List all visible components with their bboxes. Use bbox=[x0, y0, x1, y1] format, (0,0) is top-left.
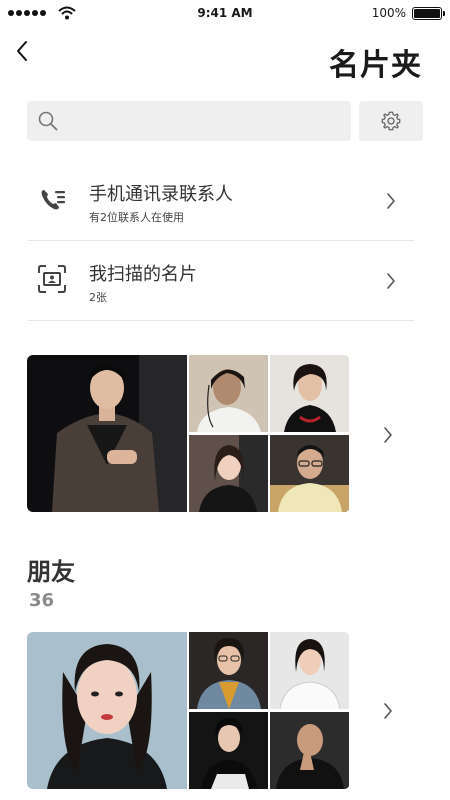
card-group-collage[interactable] bbox=[27, 632, 350, 789]
list-item-subtitle: 2张 bbox=[89, 291, 107, 304]
chevron-right-icon[interactable] bbox=[383, 702, 393, 720]
card-group-collage[interactable] bbox=[27, 355, 350, 512]
contact-photo bbox=[189, 632, 268, 709]
search-icon bbox=[38, 111, 58, 131]
page-title: 名片夹 bbox=[329, 48, 422, 83]
group-count: 36 bbox=[29, 590, 55, 611]
contact-photo bbox=[27, 632, 187, 789]
contact-photo bbox=[270, 712, 349, 789]
phone-book-icon bbox=[41, 190, 65, 210]
settings-button[interactable] bbox=[359, 101, 423, 141]
contact-photo bbox=[270, 632, 349, 709]
gear-icon bbox=[381, 111, 401, 131]
contact-photo bbox=[189, 435, 268, 512]
contact-photo bbox=[270, 435, 349, 512]
list-item-title: 手机通讯录联系人 bbox=[89, 184, 233, 205]
list-item-scanned-cards[interactable]: 我扫描的名片 2张 bbox=[28, 241, 414, 321]
chevron-right-icon bbox=[387, 193, 395, 209]
chevron-right-icon[interactable] bbox=[383, 426, 393, 444]
scan-card-icon bbox=[38, 265, 66, 293]
back-arrow-icon[interactable] bbox=[12, 38, 36, 64]
group-title: 朋友 bbox=[27, 558, 75, 586]
battery-icon bbox=[412, 7, 445, 20]
list-item-phone-contacts[interactable]: 手机通讯录联系人 有2位联系人在使用 bbox=[28, 161, 414, 241]
contact-photo bbox=[27, 355, 187, 512]
contact-photo bbox=[189, 355, 268, 432]
contact-photo bbox=[189, 712, 268, 789]
search-bar[interactable] bbox=[27, 101, 351, 141]
status-bar: 9:41 AM 100% bbox=[0, 0, 450, 28]
battery-percentage: 100% bbox=[371, 6, 406, 20]
search-input[interactable] bbox=[67, 101, 337, 141]
chevron-right-icon bbox=[387, 273, 395, 289]
list-item-title: 我扫描的名片 bbox=[89, 264, 197, 285]
contact-photo bbox=[270, 355, 349, 432]
list-item-subtitle: 有2位联系人在使用 bbox=[89, 211, 184, 224]
